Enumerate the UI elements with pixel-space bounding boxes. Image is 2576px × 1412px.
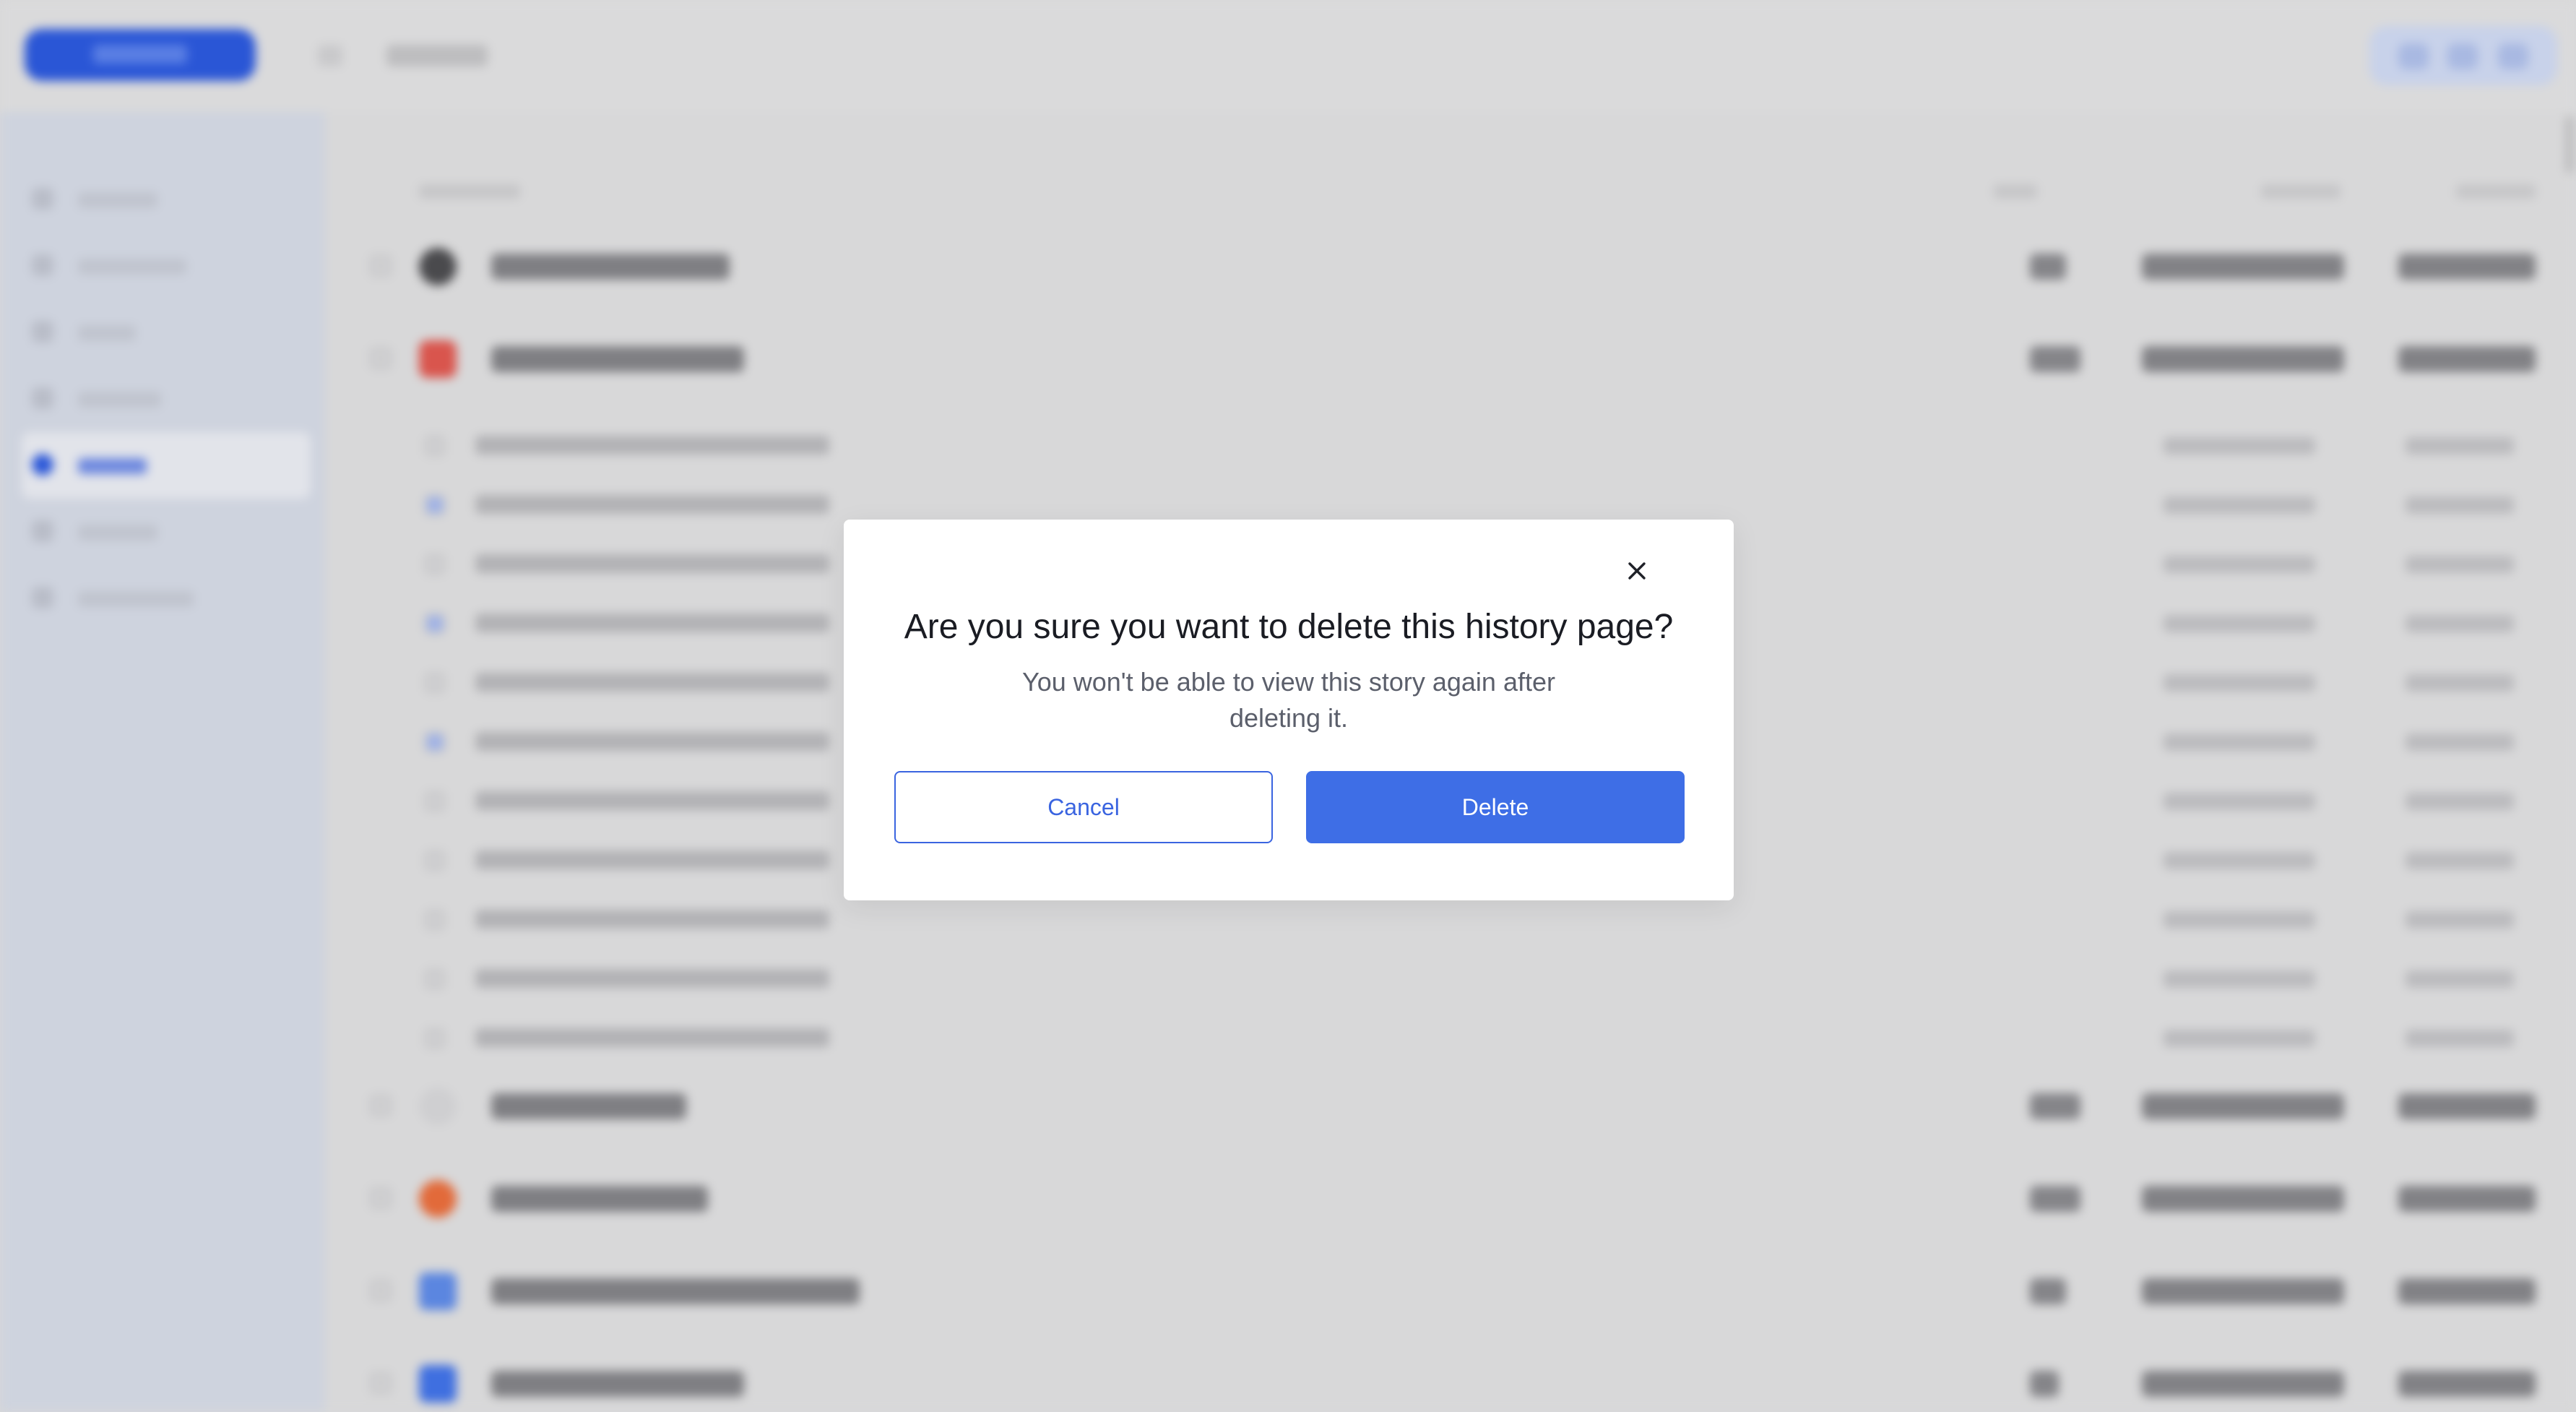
delete-button[interactable]: Delete xyxy=(1306,771,1685,843)
column-header xyxy=(1994,184,2037,199)
column-header xyxy=(419,184,520,199)
profile-button xyxy=(2369,26,2557,85)
delete-confirmation-dialog: Are you sure you want to delete this his… xyxy=(844,520,1734,900)
sidebar-item xyxy=(22,565,311,632)
dialog-title: Are you sure you want to delete this his… xyxy=(904,608,1674,646)
top-bar xyxy=(0,0,2576,112)
sidebar-item xyxy=(22,366,311,432)
logo xyxy=(25,29,256,81)
close-icon xyxy=(1628,562,1646,580)
cancel-button[interactable]: Cancel xyxy=(894,771,1273,843)
menu-icon xyxy=(318,45,342,66)
sidebar xyxy=(0,112,325,1412)
page-heading xyxy=(386,45,488,66)
sidebar-item xyxy=(22,299,311,366)
scrollbar xyxy=(2566,116,2573,173)
dialog-description: You won't be able to view this story aga… xyxy=(1022,667,1555,733)
column-header xyxy=(2456,184,2536,199)
sidebar-item-active xyxy=(22,432,311,499)
close-button[interactable] xyxy=(1619,553,1655,589)
sidebar-item xyxy=(22,166,311,233)
sidebar-item xyxy=(22,499,311,565)
sidebar-item xyxy=(22,233,311,299)
column-header xyxy=(2261,184,2341,199)
